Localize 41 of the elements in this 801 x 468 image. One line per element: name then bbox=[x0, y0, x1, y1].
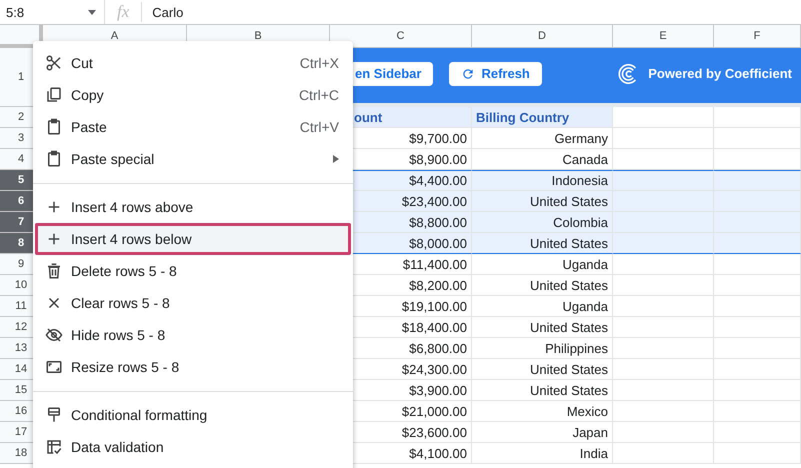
caret-icon bbox=[88, 10, 96, 14]
scissors-icon bbox=[45, 54, 63, 72]
formula-field[interactable]: Carlo bbox=[142, 4, 184, 20]
refresh-icon bbox=[461, 66, 476, 80]
table-cell: United States bbox=[472, 275, 613, 296]
menu-item[interactable]: Insert 4 rows below bbox=[35, 223, 351, 255]
brand-label: Powered by Coefficient bbox=[648, 66, 792, 81]
trash-icon bbox=[45, 262, 63, 280]
table-cell: India bbox=[472, 443, 613, 464]
eye-off-icon bbox=[45, 326, 63, 344]
table-cell: Colombia bbox=[472, 212, 613, 233]
fx-label: fx bbox=[105, 2, 142, 22]
table-cell: United States bbox=[472, 233, 613, 254]
table-cell: United States bbox=[472, 359, 613, 380]
table-cell: Uganda bbox=[472, 254, 613, 275]
copy-icon bbox=[45, 86, 63, 104]
sidebar-button[interactable]: en Sidebar bbox=[353, 62, 434, 86]
column-header[interactable]: C bbox=[330, 25, 472, 48]
table-cell: Uganda bbox=[472, 296, 613, 317]
column-header[interactable]: D bbox=[472, 25, 613, 48]
table-cell: United States bbox=[472, 380, 613, 401]
list-check-icon bbox=[45, 438, 63, 456]
table-cell: Germany bbox=[472, 128, 613, 149]
column-title: Billing Country bbox=[472, 107, 613, 128]
select-all-corner[interactable] bbox=[0, 25, 43, 48]
clipboard-icon bbox=[45, 118, 63, 136]
refresh-button[interactable]: Refresh bbox=[449, 62, 542, 86]
shortcut-label: Ctrl+X bbox=[300, 55, 339, 71]
table-cell: Mexico bbox=[472, 401, 613, 422]
table-cell: Indonesia bbox=[472, 170, 613, 191]
table-cell: Philippines bbox=[472, 338, 613, 359]
name-box[interactable]: 5:8 bbox=[0, 0, 105, 24]
column-header[interactable]: E bbox=[613, 25, 714, 48]
column-header[interactable]: F bbox=[714, 25, 801, 48]
table-cell: United States bbox=[472, 317, 613, 338]
resize-icon bbox=[45, 358, 63, 376]
table-cell: Japan bbox=[472, 422, 613, 443]
clipboard-icon bbox=[45, 150, 63, 168]
paint-roller-icon bbox=[45, 406, 63, 424]
shortcut-label: Ctrl+C bbox=[298, 87, 339, 103]
table-cell: United States bbox=[472, 191, 613, 212]
